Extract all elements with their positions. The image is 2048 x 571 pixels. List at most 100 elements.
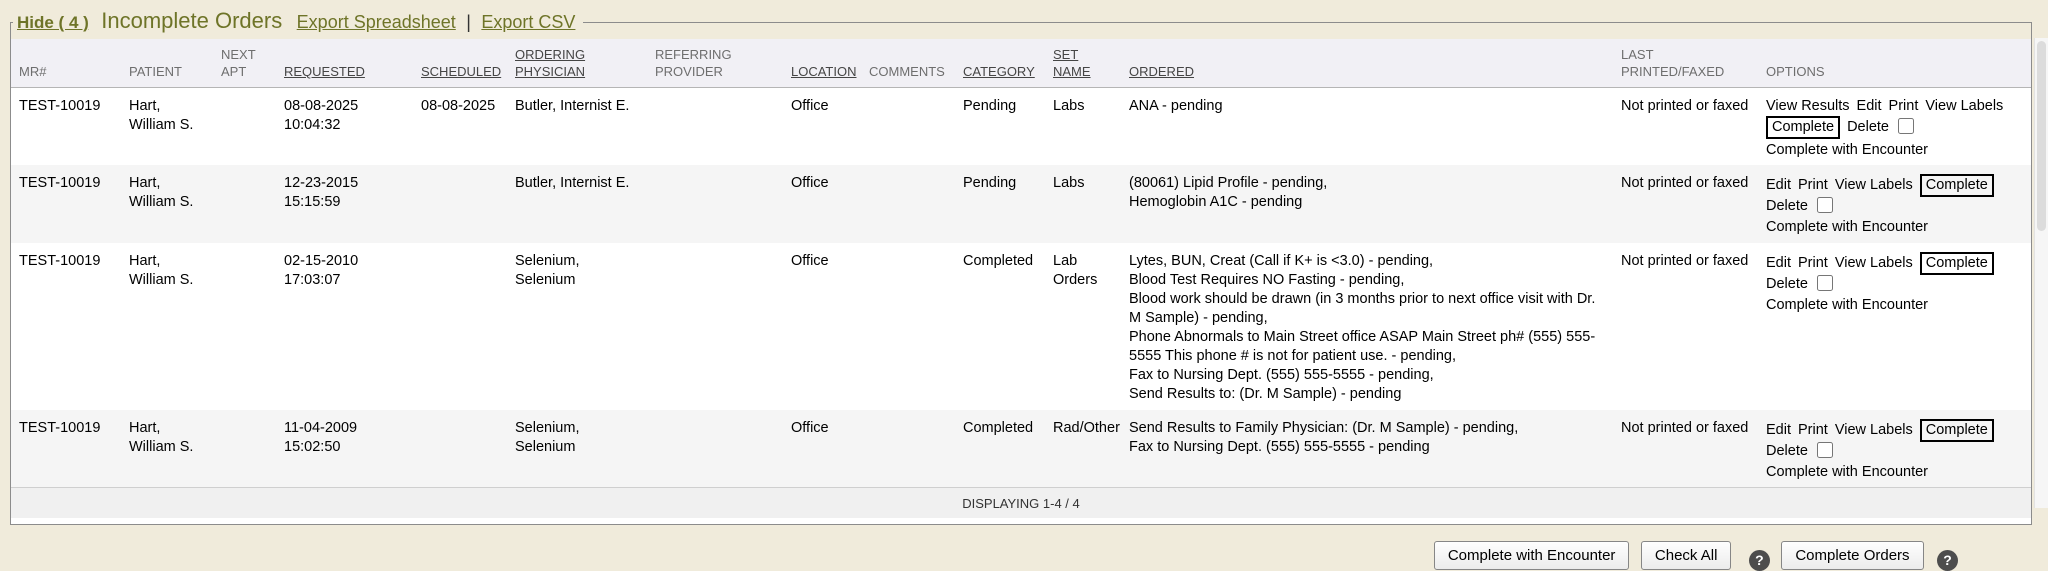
delete-link[interactable]: Delete [1766, 198, 1808, 214]
col-header-mr: MR# [11, 39, 121, 87]
scheduled-cell: 08-08-2025 [413, 87, 507, 165]
options-cell: Edit Print View Labels Complete Delete Comple… [1758, 410, 2031, 488]
col-header-set-name[interactable]: SET NAME [1045, 39, 1121, 87]
col-header-ordered[interactable]: ORDERED [1121, 39, 1613, 87]
view-labels-link[interactable]: View Labels [1835, 422, 1913, 438]
requested-cell: 11-04-2009 15:02:50 [276, 410, 413, 488]
incomplete-orders-panel: Hide ( 4 ) Incomplete Orders Export Spre… [10, 8, 2032, 525]
view-labels-link[interactable]: View Labels [1925, 98, 2003, 114]
view-results-link[interactable]: View Results [1766, 98, 1850, 114]
complete-with-encounter-link[interactable]: Complete with Encounter [1766, 463, 2016, 482]
print-link[interactable]: Print [1798, 422, 1828, 438]
requested-cell: 02-15-2010 17:03:07 [276, 243, 413, 410]
mr-cell: TEST-10019 [11, 87, 121, 165]
edit-link[interactable]: Edit [1766, 422, 1791, 438]
col-header-last-printed: LAST PRINTED/FAXED [1613, 39, 1758, 87]
comments-cell [861, 87, 955, 165]
header-row: MR# PATIENT NEXT APT REQUESTED SCHEDULED… [11, 39, 2031, 87]
help-icon[interactable]: ? [1937, 550, 1958, 571]
complete-checkbox[interactable] [1817, 442, 1833, 458]
ordered-cell: Send Results to Family Physician: (Dr. M… [1121, 410, 1613, 488]
category-cell: Completed [955, 243, 1045, 410]
col-header-comments: COMMENTS [861, 39, 955, 87]
complete-checkbox[interactable] [1817, 275, 1833, 291]
delete-link[interactable]: Delete [1766, 443, 1808, 459]
complete-checkbox[interactable] [1817, 197, 1833, 213]
complete-with-encounter-button[interactable]: Complete with Encounter [1434, 541, 1630, 570]
comments-cell [861, 165, 955, 242]
bottom-button-bar: Complete with Encounter Check All ? Comp… [0, 541, 1958, 571]
category-cell: Pending [955, 165, 1045, 242]
complete-link[interactable]: Complete [1766, 116, 1840, 139]
order-row: TEST-10019 Hart, William S. 12-23-2015 1… [11, 165, 2031, 242]
set-name-cell: Rad/Other [1045, 410, 1121, 488]
set-name-cell: Labs [1045, 165, 1121, 242]
view-labels-link[interactable]: View Labels [1835, 177, 1913, 193]
orders-table-wrap: MR# PATIENT NEXT APT REQUESTED SCHEDULED… [11, 39, 2031, 524]
comments-cell [861, 410, 955, 488]
category-cell: Completed [955, 410, 1045, 488]
hide-link[interactable]: Hide ( 4 ) [17, 13, 89, 32]
col-header-requested[interactable]: REQUESTED [276, 39, 413, 87]
ordering-physician-cell: Selenium, Selenium [507, 243, 647, 410]
order-row: TEST-10019 Hart, William S. 08-08-2025 1… [11, 87, 2031, 165]
col-header-ordering-physician[interactable]: ORDERING PHYSICIAN [507, 39, 647, 87]
last-printed-cell: Not printed or faxed [1613, 410, 1758, 488]
pager-row: DISPLAYING 1-4 / 4 [11, 487, 2031, 518]
edit-link[interactable]: Edit [1857, 98, 1882, 114]
ordering-physician-cell: Selenium, Selenium [507, 410, 647, 488]
referring-provider-cell [647, 410, 783, 488]
col-header-next-apt: NEXT APT [213, 39, 276, 87]
set-name-cell: Labs [1045, 87, 1121, 165]
scrollbar-thumb[interactable] [2037, 41, 2046, 231]
col-header-category[interactable]: CATEGORY [955, 39, 1045, 87]
mr-cell: TEST-10019 [11, 410, 121, 488]
complete-orders-button[interactable]: Complete Orders [1781, 541, 1923, 570]
delete-link[interactable]: Delete [1766, 276, 1808, 292]
complete-link[interactable]: Complete [1920, 419, 1994, 442]
export-csv-link[interactable]: Export CSV [481, 12, 575, 32]
complete-with-encounter-link[interactable]: Complete with Encounter [1766, 141, 2016, 160]
location-cell: Office [783, 243, 861, 410]
print-link[interactable]: Print [1889, 98, 1919, 114]
col-header-referring-provider: REFERRING PROVIDER [647, 39, 783, 87]
complete-with-encounter-link[interactable]: Complete with Encounter [1766, 296, 2016, 315]
edit-link[interactable]: Edit [1766, 255, 1791, 271]
comments-cell [861, 243, 955, 410]
print-link[interactable]: Print [1798, 177, 1828, 193]
ordering-physician-cell: Butler, Internist E. [507, 165, 647, 242]
panel-legend: Hide ( 4 ) Incomplete Orders Export Spre… [13, 8, 583, 37]
scheduled-cell [413, 410, 507, 488]
patient-cell: Hart, William S. [121, 243, 213, 410]
mr-cell: TEST-10019 [11, 165, 121, 242]
help-icon[interactable]: ? [1749, 550, 1770, 571]
order-row: TEST-10019 Hart, William S. 11-04-2009 1… [11, 410, 2031, 488]
order-row: TEST-10019 Hart, William S. 02-15-2010 1… [11, 243, 2031, 410]
panel-title: Incomplete Orders [101, 8, 282, 33]
location-cell: Office [783, 87, 861, 165]
col-header-options: OPTIONS [1758, 39, 2031, 87]
edit-link[interactable]: Edit [1766, 177, 1791, 193]
col-header-scheduled[interactable]: SCHEDULED [413, 39, 507, 87]
requested-cell: 12-23-2015 15:15:59 [276, 165, 413, 242]
options-cell: Edit Print View Labels Complete Delete Comple… [1758, 165, 2031, 242]
check-all-button[interactable]: Check All [1641, 541, 1732, 570]
next-apt-cell [213, 243, 276, 410]
complete-checkbox[interactable] [1898, 118, 1914, 134]
location-cell: Office [783, 165, 861, 242]
complete-link[interactable]: Complete [1920, 252, 1994, 275]
view-labels-link[interactable]: View Labels [1835, 255, 1913, 271]
complete-link[interactable]: Complete [1920, 174, 1994, 197]
scrollbar[interactable] [2034, 38, 2048, 508]
export-spreadsheet-link[interactable]: Export Spreadsheet [297, 12, 456, 32]
delete-link[interactable]: Delete [1847, 119, 1889, 135]
complete-with-encounter-link[interactable]: Complete with Encounter [1766, 218, 2016, 237]
col-header-location[interactable]: LOCATION [783, 39, 861, 87]
ordered-cell: Lytes, BUN, Creat (Call if K+ is <3.0) -… [1121, 243, 1613, 410]
pager-text: DISPLAYING 1-4 / 4 [11, 487, 2031, 518]
col-header-patient: PATIENT [121, 39, 213, 87]
print-link[interactable]: Print [1798, 255, 1828, 271]
patient-cell: Hart, William S. [121, 410, 213, 488]
legend-separator: | [466, 12, 471, 32]
patient-cell: Hart, William S. [121, 165, 213, 242]
